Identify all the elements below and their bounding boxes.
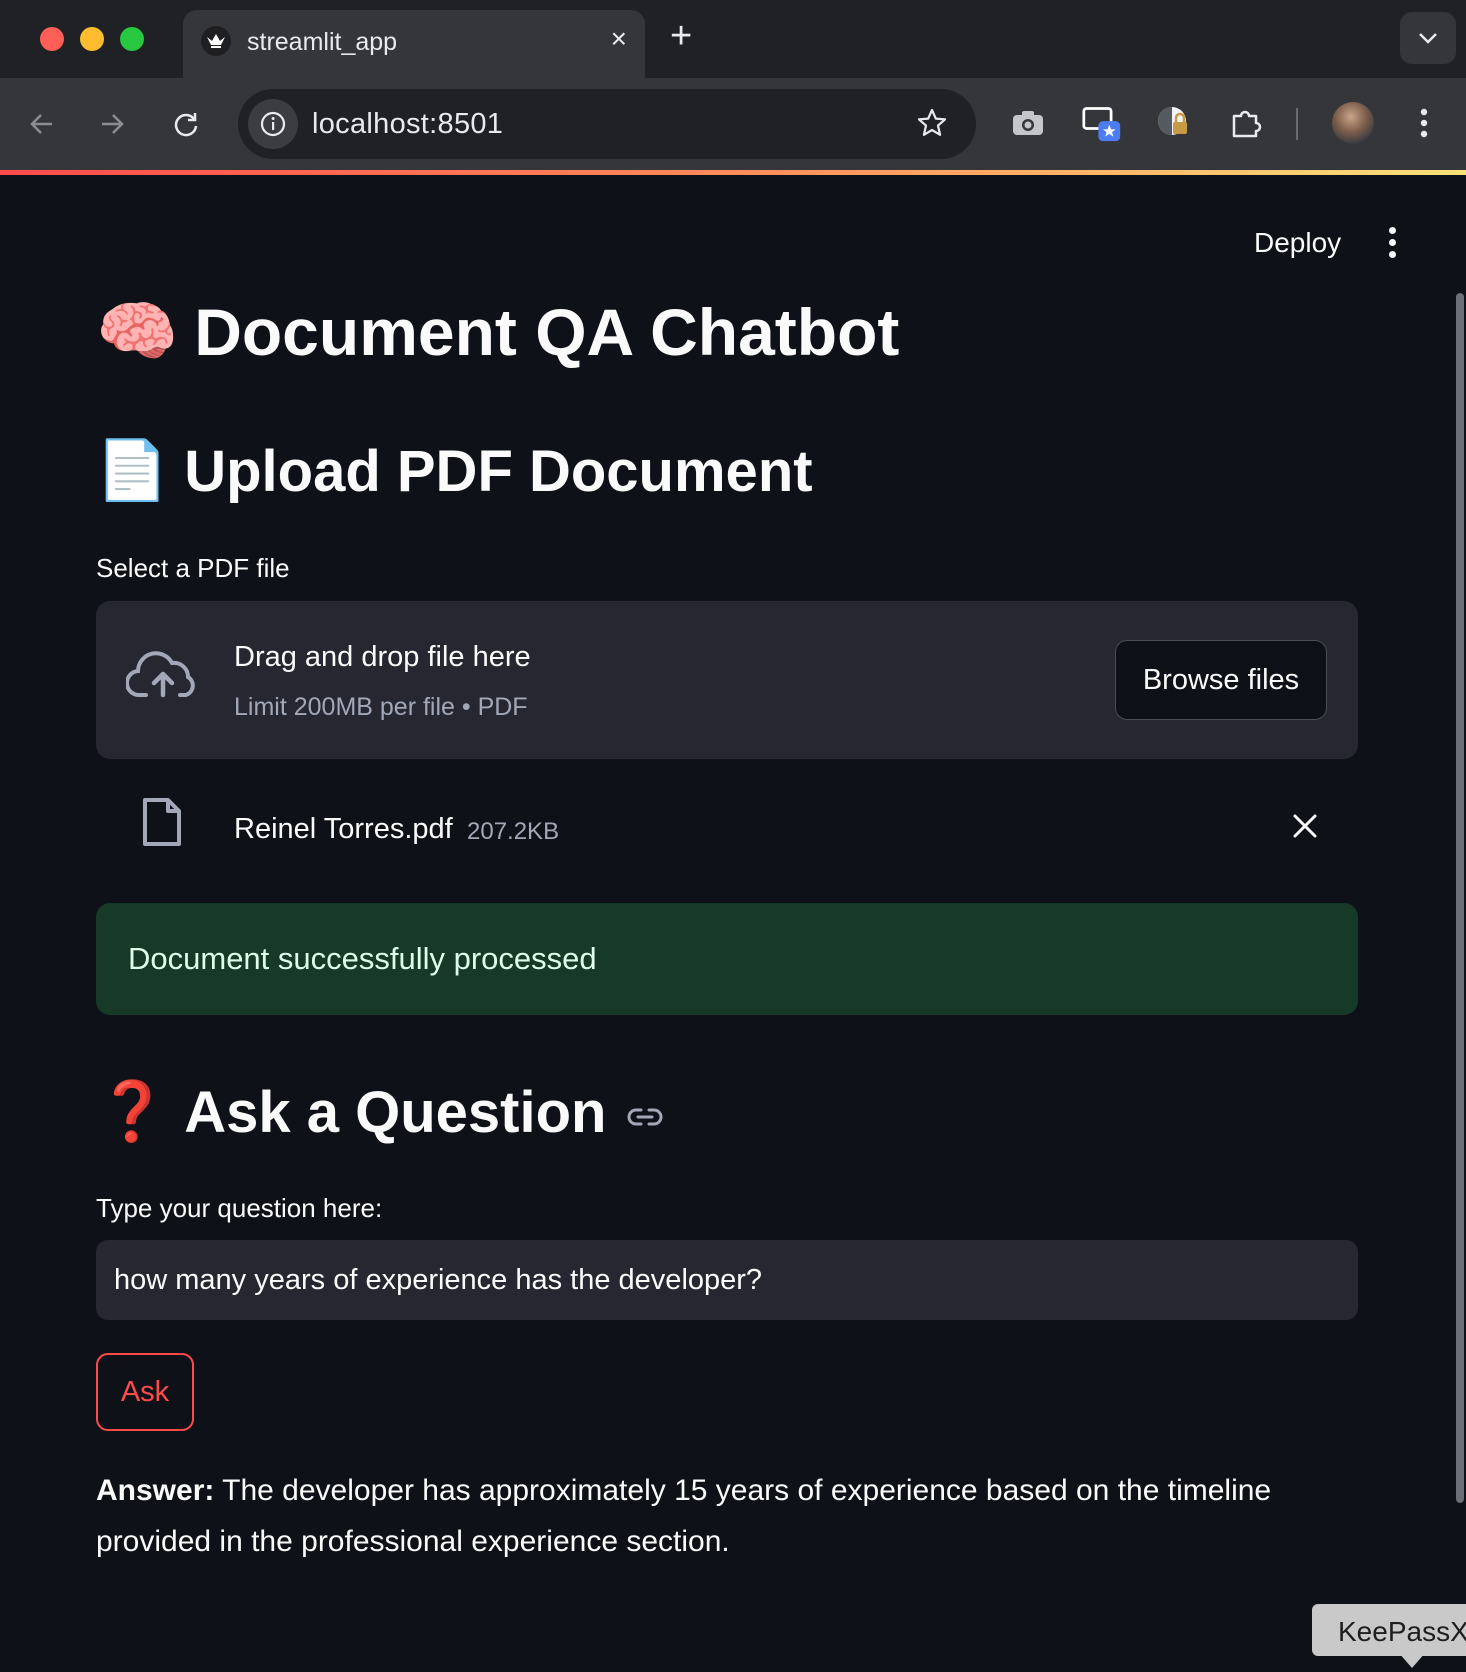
address-bar[interactable]: localhost:8501 <box>238 89 976 159</box>
keepass-lock-icon[interactable] <box>1154 103 1194 143</box>
page-facing-up-icon: 📄 <box>96 438 169 503</box>
arrow-right-icon <box>102 114 124 134</box>
streamlit-crown-icon <box>201 26 231 56</box>
question-mark-icon: ❓ <box>96 1079 169 1144</box>
keepass-tooltip: KeePassX <box>1312 1604 1466 1656</box>
answer-text: Answer: The developer has approximately … <box>96 1465 1358 1567</box>
ask-heading-text: Ask a Question <box>184 1079 607 1145</box>
chrome-menu-icon[interactable] <box>1404 103 1444 143</box>
site-info-icon[interactable] <box>248 99 298 149</box>
app-page: Deploy 🧠 Document QA Chatbot 📄 Upload PD… <box>0 175 1466 1672</box>
upload-heading-text: Upload PDF Document <box>184 438 813 504</box>
question-input[interactable] <box>96 1240 1358 1320</box>
deploy-button[interactable]: Deploy <box>1254 227 1341 259</box>
new-tab-button[interactable]: + <box>670 16 692 56</box>
file-uploader-label: Select a PDF file <box>96 553 290 583</box>
page-title: 🧠 Document QA Chatbot <box>96 293 899 371</box>
tab-title: streamlit_app <box>247 28 398 56</box>
window-close-button[interactable] <box>40 27 64 51</box>
answer-body: The developer has approximately 15 years… <box>96 1474 1272 1558</box>
arrow-left-icon <box>30 114 52 134</box>
brain-emoji-icon: 🧠 <box>96 294 179 368</box>
file-dropzone[interactable]: Drag and drop file here Limit 200MB per … <box>96 601 1358 759</box>
profile-avatar[interactable] <box>1332 102 1374 144</box>
ask-heading: ❓ Ask a Question <box>96 1078 664 1146</box>
browser-toolbar: localhost:8501 <box>0 78 1466 172</box>
toolbar-divider <box>1296 108 1298 140</box>
success-alert: Document successfully processed <box>96 903 1358 1015</box>
keepass-tooltip-pointer <box>1398 1652 1426 1668</box>
forward-button[interactable] <box>94 106 130 142</box>
reload-button[interactable] <box>168 106 204 142</box>
tab-close-icon[interactable]: × <box>611 24 627 54</box>
success-message: Document successfully processed <box>128 941 597 976</box>
upload-heading: 📄 Upload PDF Document <box>96 437 813 505</box>
dropzone-title: Drag and drop file here <box>234 641 531 673</box>
url-text: localhost:8501 <box>312 108 504 140</box>
more-vertical-icon[interactable] <box>1380 227 1404 261</box>
scrollbar[interactable] <box>1456 293 1464 1503</box>
anchor-link-icon[interactable] <box>626 1105 664 1129</box>
screenshot-camera-icon[interactable] <box>1008 103 1048 143</box>
browser-tab[interactable]: streamlit_app × <box>183 10 645 78</box>
cloud-upload-icon <box>125 649 200 706</box>
picture-in-picture-icon[interactable] <box>1082 103 1122 143</box>
extensions-puzzle-icon[interactable] <box>1226 103 1266 143</box>
chevron-down-icon <box>1419 33 1437 44</box>
page-title-text: Document QA Chatbot <box>194 295 900 369</box>
tab-search-button[interactable] <box>1400 12 1456 64</box>
uploaded-file-row: Reinel Torres.pdf 207.2KB <box>96 793 1358 873</box>
window-minimize-button[interactable] <box>80 27 104 51</box>
file-icon <box>142 797 182 852</box>
uploaded-file-size: 207.2KB <box>467 818 560 845</box>
browser-tab-bar: streamlit_app × + <box>0 0 1466 78</box>
answer-prefix: Answer: <box>96 1474 215 1507</box>
uploaded-file-name: Reinel Torres.pdf <box>234 813 453 845</box>
back-button[interactable] <box>24 106 60 142</box>
question-label: Type your question here: <box>96 1193 383 1223</box>
window-zoom-button[interactable] <box>120 27 144 51</box>
reload-icon <box>174 113 198 137</box>
dropzone-hint: Limit 200MB per file • PDF <box>234 693 528 721</box>
browse-files-button[interactable]: Browse files <box>1115 640 1327 720</box>
ask-button[interactable]: Ask <box>96 1353 194 1431</box>
bookmark-star-icon[interactable] <box>916 107 948 144</box>
remove-file-close-icon[interactable] <box>1292 813 1318 844</box>
